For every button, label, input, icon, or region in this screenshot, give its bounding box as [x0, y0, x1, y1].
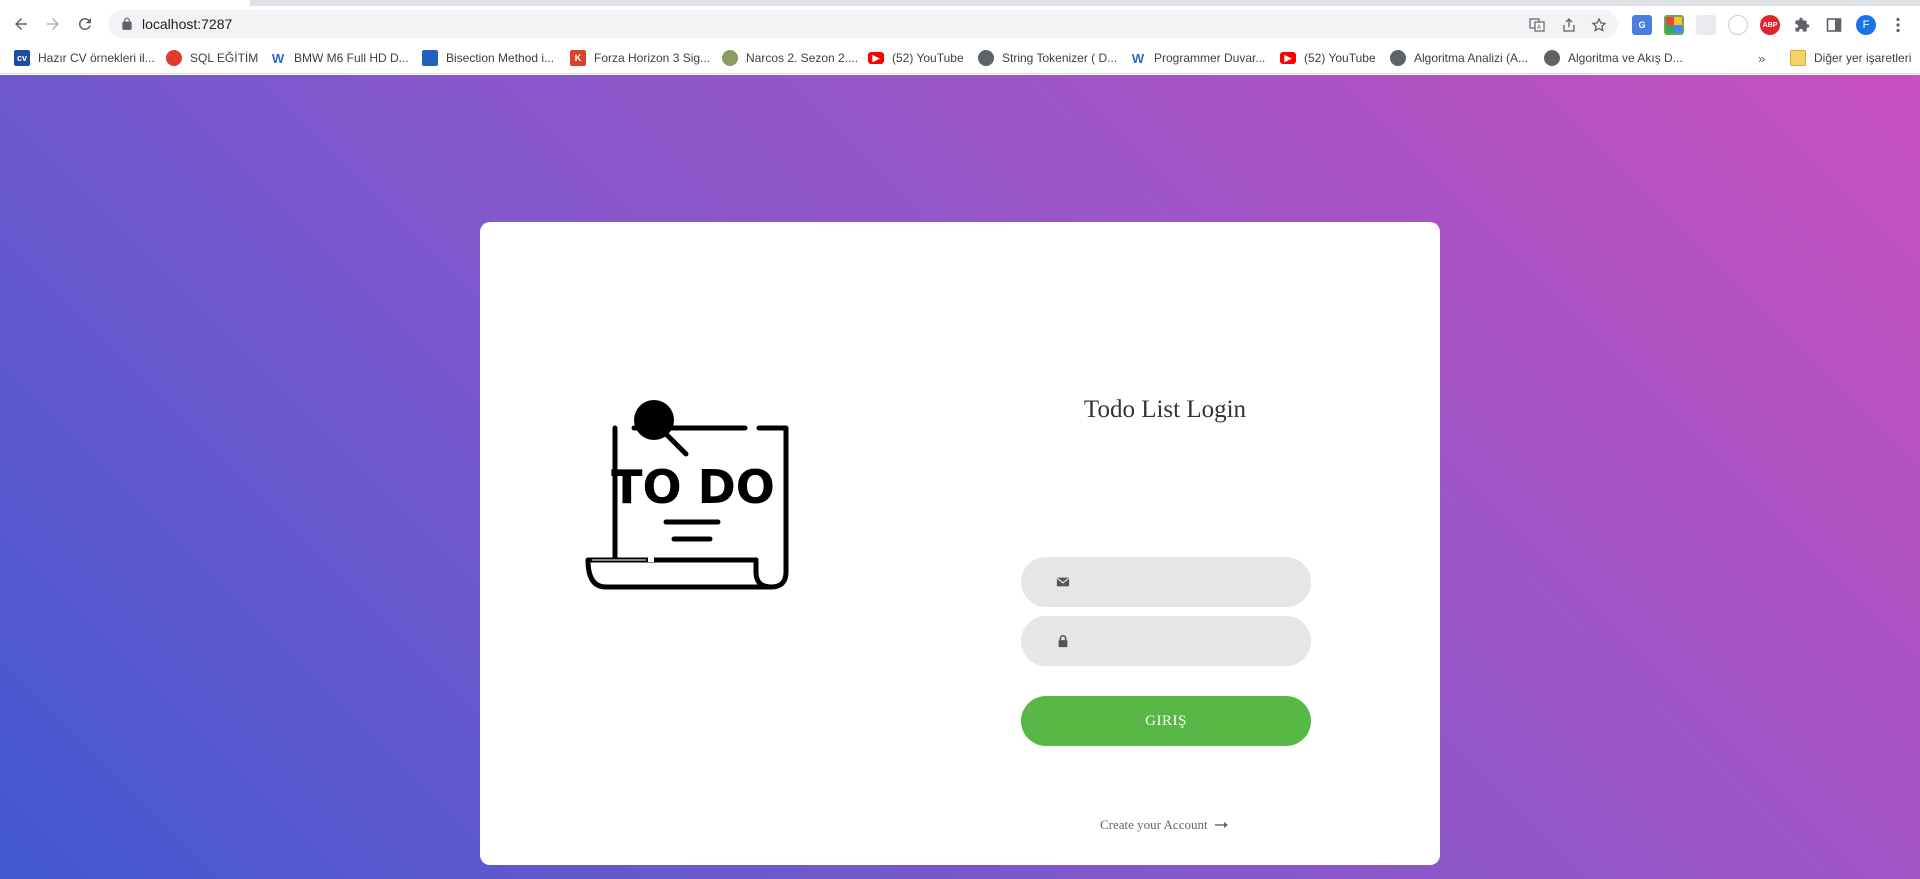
folder-icon	[1790, 50, 1806, 66]
profile-avatar[interactable]: F	[1856, 15, 1876, 35]
globe-icon	[1390, 50, 1406, 66]
bookmark-label: String Tokenizer ( D...	[1002, 51, 1118, 65]
bookmark-label: Forza Horizon 3 Sig...	[594, 51, 711, 65]
url-text: localhost:7287	[142, 16, 233, 32]
reload-button[interactable]	[70, 9, 100, 39]
create-account-label: Create your Account	[1100, 817, 1208, 832]
email-field-wrapper	[1021, 557, 1311, 607]
login-title: Todo List Login	[1083, 396, 1247, 423]
adblock-plus-icon[interactable]: ABP	[1760, 15, 1780, 35]
narcos-favicon-icon	[722, 50, 738, 66]
arrow-right-icon	[1214, 822, 1228, 828]
arrow-right-icon	[47, 18, 59, 30]
password-field[interactable]	[1081, 616, 1301, 666]
translate-icon[interactable]: A	[1528, 16, 1546, 34]
lock-icon	[1058, 635, 1068, 648]
share-icon[interactable]	[1560, 16, 1578, 34]
login-card: TO DO Todo List Login GIRIŞ Create your …	[480, 222, 1440, 865]
database-favicon-icon	[166, 50, 182, 66]
forward-button[interactable]	[38, 9, 68, 39]
grid-extension-icon[interactable]	[1696, 15, 1716, 35]
bookmark-label: (52) YouTube	[892, 51, 964, 65]
bookmark-label: SQL EĞİTİM	[190, 51, 259, 65]
todo-illustration: TO DO	[585, 400, 789, 590]
wallpaper-favicon-icon: W	[1131, 50, 1145, 66]
puzzle-icon[interactable]	[1792, 15, 1812, 35]
arrow-left-icon	[15, 18, 27, 30]
bookmark-item[interactable]: Algoritma Analizi (A...	[1390, 49, 1528, 67]
bookmark-item[interactable]: ▶ (52) YouTube	[868, 49, 964, 67]
bookmark-label: Algoritma Analizi (A...	[1414, 51, 1529, 65]
bookmark-label: Bisection Method i...	[446, 51, 555, 65]
bookmark-item[interactable]: Narcos 2. Sezon 2....	[722, 49, 858, 67]
lock-icon	[122, 17, 132, 30]
address-bar[interactable]: localhost:7287 A	[108, 10, 1618, 38]
cv-favicon-icon: cv	[14, 50, 30, 66]
bookmark-item[interactable]: SQL EĞİTİM	[166, 49, 258, 67]
double-chevron-icon: »	[1758, 50, 1766, 66]
kebab-menu-icon[interactable]	[1888, 15, 1908, 35]
bookmark-item[interactable]: K Forza Horizon 3 Sig...	[570, 49, 710, 67]
envelope-icon	[1056, 577, 1070, 587]
bookmark-item[interactable]: Algoritma ve Akış D...	[1544, 49, 1683, 67]
browser-toolbar: localhost:7287 A G ABP F	[0, 6, 1920, 42]
side-panel-icon[interactable]	[1824, 15, 1844, 35]
bookmark-label: Hazır CV örnekleri il...	[38, 51, 155, 65]
back-button[interactable]	[6, 9, 36, 39]
todo-text: TO DO	[611, 460, 775, 514]
bookmark-label: BMW M6 Full HD D...	[294, 51, 409, 65]
k-favicon-icon: K	[570, 50, 586, 66]
bookmark-item[interactable]: Bisection Method i...	[422, 49, 554, 67]
reload-icon	[78, 17, 91, 30]
login-button[interactable]: GIRIŞ	[1021, 696, 1311, 746]
email-field[interactable]	[1081, 557, 1301, 607]
bookmark-item[interactable]: ▶ (52) YouTube	[1280, 49, 1376, 67]
create-account-link[interactable]: Create your Account	[1100, 817, 1229, 833]
more-bookmarks-button[interactable]: »	[1758, 49, 1765, 67]
bookmark-item[interactable]: W Programmer Duvar...	[1130, 49, 1266, 67]
timer-extension-icon[interactable]	[1728, 15, 1748, 35]
google-translate-extension-icon[interactable]: G	[1632, 15, 1652, 35]
globe-icon	[1544, 50, 1560, 66]
colorful-extension-icon[interactable]	[1664, 15, 1684, 35]
page-background: TO DO Todo List Login GIRIŞ Create your …	[0, 75, 1920, 879]
bookmark-label: Narcos 2. Sezon 2....	[746, 51, 859, 65]
other-bookmarks-label: Diğer yer işaretleri	[1814, 51, 1912, 65]
grid-favicon-icon	[422, 50, 438, 66]
bookmarks-bar: cv Hazır CV örnekleri il... SQL EĞİTİM WB…	[0, 42, 1920, 74]
globe-icon	[978, 50, 994, 66]
password-field-wrapper	[1021, 616, 1311, 666]
youtube-icon: ▶	[868, 52, 884, 64]
bookmark-item[interactable]: String Tokenizer ( D...	[978, 49, 1117, 67]
bookmark-item[interactable]: W BMW M6 Full HD D...	[270, 49, 409, 67]
star-icon[interactable]	[1590, 16, 1608, 34]
wallpaper-favicon-icon: W	[271, 50, 285, 66]
bookmark-label: Algoritma ve Akış D...	[1568, 51, 1683, 65]
youtube-icon: ▶	[1280, 52, 1296, 64]
bookmark-label: Programmer Duvar...	[1154, 51, 1266, 65]
bookmark-item[interactable]: cv Hazır CV örnekleri il...	[14, 49, 155, 67]
bookmark-label: (52) YouTube	[1304, 51, 1376, 65]
other-bookmarks-folder[interactable]: Diğer yer işaretleri	[1790, 49, 1911, 67]
